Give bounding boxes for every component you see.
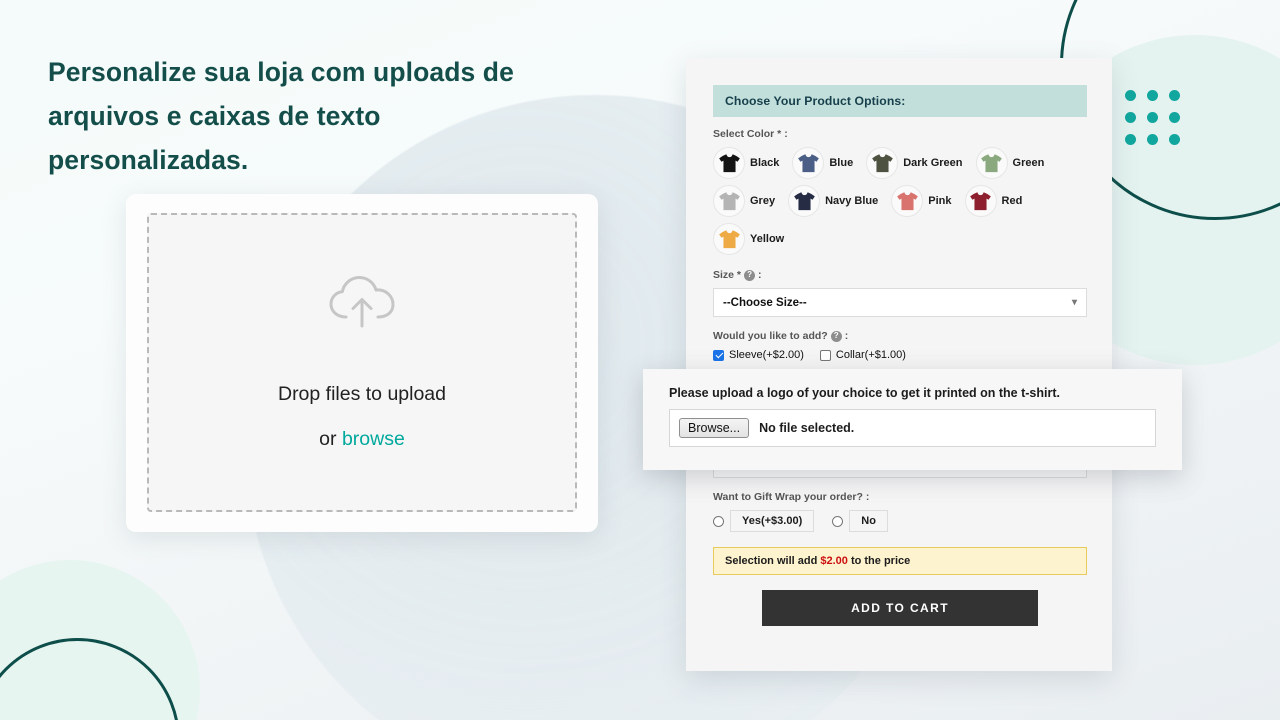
dropzone-subtitle: or browse [319,428,405,451]
tshirt-icon [891,185,924,217]
size-label: Size * ? : [713,269,1087,281]
panel-header: Choose Your Product Options: [713,85,1087,117]
giftwrap-no-label: No [849,510,888,532]
tshirt-icon [713,185,745,217]
dropzone-or-text: or [319,428,342,450]
tshirt-icon [713,223,745,255]
tshirt-icon [964,185,997,217]
browse-button[interactable]: Browse... [679,418,750,438]
price-notice-suffix: to the price [847,555,911,567]
radio-unselected-icon [713,515,724,527]
color-swatch-red[interactable]: Red [964,185,1023,217]
giftwrap-yes-label: Yes(+$3.00) [730,510,815,532]
file-input-row[interactable]: Browse... No file selected. [669,409,1156,447]
addons-label: Would you like to add? ? : [713,330,1087,342]
color-swatch-label: Grey [750,195,776,207]
chevron-down-icon: ▾ [1071,297,1077,308]
addons-label-text: Would you like to add? [713,330,828,342]
dropzone-title: Drop files to upload [277,383,447,405]
color-swatch-grey[interactable]: Grey [713,185,775,217]
color-swatch-navy-blue[interactable]: Navy Blue [788,185,878,217]
size-label-colon: : [758,269,762,281]
color-swatch-green[interactable]: Green [975,147,1045,179]
giftwrap-yes-option[interactable]: Yes(+$3.00) [713,510,815,532]
price-notice: Selection will add $2.00 to the price [713,547,1087,575]
addons-checkbox-row: Sleeve(+$2.00) Collar(+$1.00) [713,349,1087,361]
addon-sleeve-checkbox[interactable]: Sleeve(+$2.00) [713,349,804,361]
price-notice-prefix: Selection will add [725,555,821,567]
color-swatch-dark-green[interactable]: Dark Green [866,147,963,179]
color-swatch-label: Dark Green [903,157,963,169]
tshirt-icon [792,147,825,179]
color-swatch-row-2: Grey Navy Blue Pink Red [713,185,1087,217]
radio-unselected-icon [832,515,844,527]
ring-outline-bottom-left [0,638,180,720]
addons-label-colon: : [844,330,849,342]
color-swatch-label: Yellow [750,233,785,245]
color-swatch-row-3: Yellow [713,223,1087,255]
mint-circle-bottom-left [0,560,200,720]
color-swatch-label: Pink [928,195,952,207]
select-color-label-text: Select Color * : [713,128,788,140]
addon-collar-checkbox[interactable]: Collar(+$1.00) [819,349,906,361]
color-swatch-label: Navy Blue [825,195,879,207]
addon-collar-label: Collar(+$1.00) [835,349,906,361]
tshirt-icon [713,147,745,179]
giftwrap-label-text: Want to Gift Wrap your order? : [713,491,870,503]
no-file-selected-text: No file selected. [759,421,855,435]
color-swatch-row-1: Black Blue Dark Green Green [713,147,1087,179]
product-options-panel: Choose Your Product Options: Select Colo… [686,58,1112,671]
file-dropzone[interactable]: Drop files to upload or browse [147,213,577,512]
color-swatch-pink[interactable]: Pink [891,185,952,217]
giftwrap-label: Want to Gift Wrap your order? : [713,491,1087,503]
browse-link[interactable]: browse [342,428,405,450]
color-swatch-yellow[interactable]: Yellow [713,223,784,255]
color-swatch-label: Black [750,157,780,169]
file-upload-overlay: Please upload a logo of your choice to g… [643,369,1182,470]
question-mark-icon[interactable]: ? [744,269,756,281]
tshirt-icon [788,185,821,217]
add-to-cart-button[interactable]: ADD TO CART [762,590,1038,626]
color-swatch-black[interactable]: Black [713,147,779,179]
size-label-text: Size * [713,269,742,281]
color-swatch-label: Green [1012,157,1045,169]
cloud-upload-icon [328,274,396,335]
size-select-value: --Choose Size-- [723,296,807,309]
question-mark-icon[interactable]: ? [830,330,842,342]
file-upload-overlay-label: Please upload a logo of your choice to g… [669,386,1060,400]
addon-sleeve-label: Sleeve(+$2.00) [729,349,804,361]
color-swatch-label: Red [1001,195,1023,207]
upload-card: Drop files to upload or browse [126,194,598,532]
dot-grid-decoration [1125,90,1180,145]
giftwrap-no-option[interactable]: No [832,510,888,532]
tshirt-icon [975,147,1008,179]
color-swatch-label: Blue [829,157,854,169]
tshirt-icon [866,147,899,179]
color-swatch-blue[interactable]: Blue [792,147,853,179]
size-select[interactable]: --Choose Size-- ▾ [713,288,1087,317]
price-notice-amount: $2.00 [820,555,848,567]
checkbox-checked-icon [713,349,724,361]
select-color-label: Select Color * : [713,128,1087,140]
checkbox-unchecked-icon [819,349,831,361]
giftwrap-radio-row: Yes(+$3.00) No [713,510,1087,532]
promo-screenshot: Personalize sua loja com uploads de arqu… [0,0,1280,720]
page-title: Personalize sua loja com uploads de arqu… [48,57,514,175]
